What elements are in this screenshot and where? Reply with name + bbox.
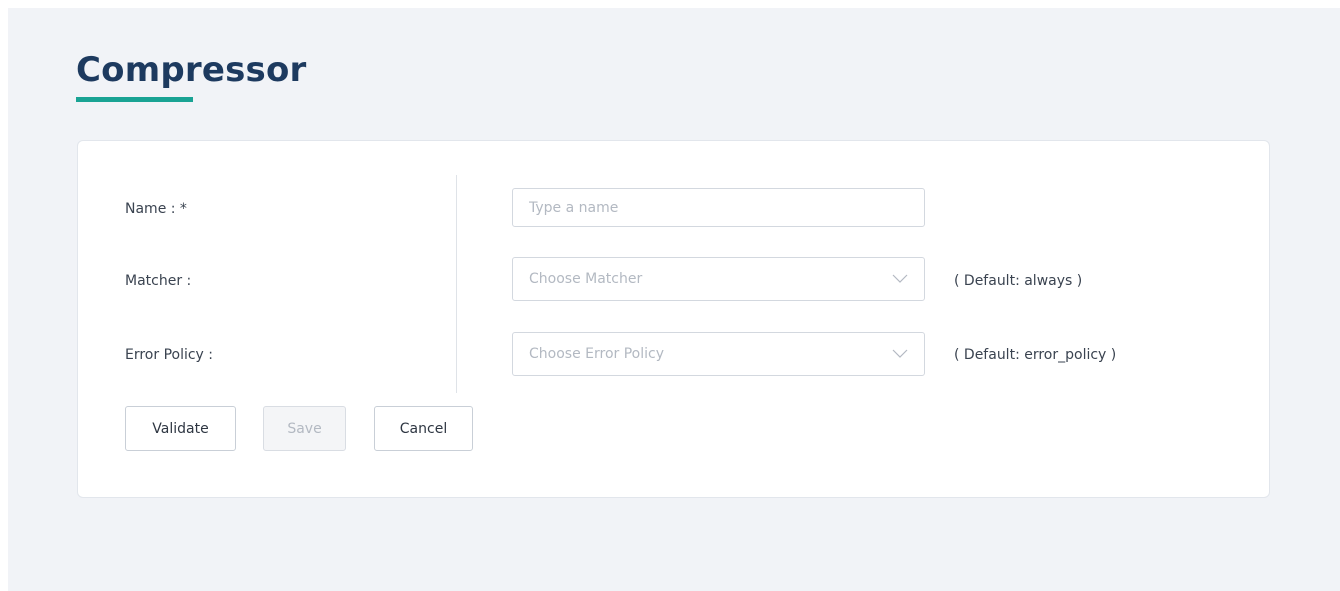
compressor-form-card: Name : * Matcher : Error Policy : Choose…	[77, 140, 1270, 498]
error-policy-default-note: ( Default: error_policy )	[954, 347, 1117, 363]
page-background: Compressor Name : * Matcher : Error Poli…	[8, 8, 1340, 591]
name-input[interactable]	[512, 188, 925, 227]
error-policy-label: Error Policy :	[125, 347, 214, 363]
matcher-default-note: ( Default: always )	[954, 273, 1083, 289]
page-title: Compressor	[76, 50, 307, 90]
save-button[interactable]: Save	[263, 406, 346, 451]
matcher-select-placeholder: Choose Matcher	[529, 271, 643, 287]
error-policy-select[interactable]: Choose Error Policy	[512, 332, 925, 376]
validate-button[interactable]: Validate	[125, 406, 236, 451]
chevron-down-icon	[892, 271, 908, 287]
error-policy-select-placeholder: Choose Error Policy	[529, 346, 664, 362]
matcher-label: Matcher :	[125, 273, 192, 289]
name-label: Name : *	[125, 201, 187, 217]
matcher-select[interactable]: Choose Matcher	[512, 257, 925, 301]
title-underline	[76, 97, 193, 102]
chevron-down-icon	[892, 346, 908, 362]
cancel-button[interactable]: Cancel	[374, 406, 473, 451]
form-divider	[456, 175, 457, 393]
